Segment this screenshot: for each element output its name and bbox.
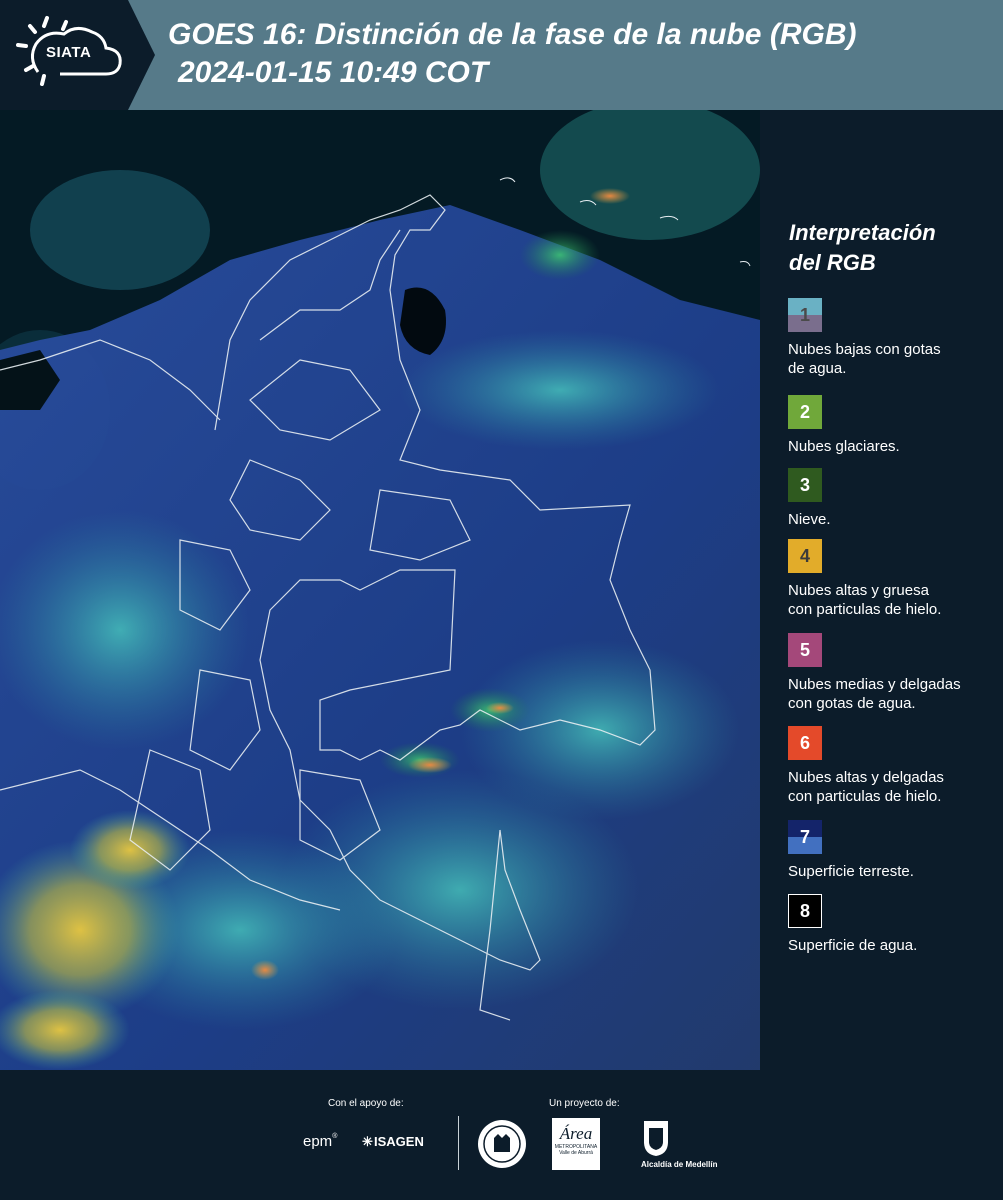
legend-label-line1: Superficie terreste. (788, 863, 914, 880)
legend-item-2: 2 Nubes glaciares. (788, 395, 998, 456)
legend-label: Superficie de agua. (788, 936, 998, 955)
area-logo-word: Área (559, 1124, 593, 1143)
legend-item-7: 7 Superficie terreste. (788, 820, 998, 881)
legend-label-line1: Superficie de agua. (788, 937, 918, 954)
legend-label-line2: con particulas de hielo. (788, 601, 942, 618)
legend-item-6: 6 Nubes altas y delgadas con particulas … (788, 726, 998, 806)
legend-number: 8 (799, 900, 810, 921)
legend-swatch: 3 (788, 468, 822, 502)
legend-label-line2: con particulas de hielo. (788, 788, 942, 805)
header-bar: SIATA GOES 16: Distinción de la fase de … (0, 0, 1003, 110)
legend-item-8: 8 Superficie de agua. (788, 894, 998, 955)
legend-label: Superficie terreste. (788, 862, 998, 881)
legend-swatch: 1 (788, 298, 822, 332)
legend-item-3: 3 Nieve. (788, 468, 998, 529)
university-seal-icon[interactable] (476, 1118, 528, 1170)
legend-label-line2: de agua. (788, 360, 847, 377)
legend-swatch: 8 (788, 894, 822, 928)
registered-mark-icon: ® (332, 1133, 338, 1140)
legend-swatch: 6 (788, 726, 822, 760)
area-metropolitana-logo[interactable]: Área METROPOLITANA Valle de Aburrá (552, 1118, 600, 1170)
area-logo-small2: Valle de Aburrá (559, 1150, 593, 1156)
legend-label-line1: Nubes altas y gruesa (788, 582, 929, 599)
legend-label: Nieve. (788, 510, 998, 529)
legend-number: 5 (799, 639, 810, 660)
legend-item-1: 1 Nubes bajas con gotas de agua. (788, 298, 998, 378)
title-product: GOES 16: Distinción de la fase de la nub… (168, 18, 857, 51)
medellin-crest-icon (644, 1121, 668, 1156)
legend-title-line1: Interpretación (789, 220, 936, 245)
siata-logo[interactable]: SIATA (0, 0, 155, 110)
legend-number: 4 (799, 545, 810, 566)
title-timestamp: 2024-01-15 10:49 COT (178, 56, 489, 89)
legend-number: 6 (799, 732, 810, 753)
legend-number: 3 (799, 474, 810, 495)
legend-number: 1 (799, 304, 810, 325)
legend-number: 2 (799, 401, 810, 422)
legend-label: Nubes glaciares. (788, 437, 998, 456)
isagen-logo-text: ISAGEN (374, 1134, 424, 1149)
legend-number: 7 (799, 826, 810, 847)
footer: Con el apoyo de: Un proyecto de: epm® ✳I… (0, 1070, 1003, 1200)
alcaldia-logo-text[interactable]: Alcaldía de Medellín (641, 1160, 717, 1169)
legend-swatch: 7 (788, 820, 822, 854)
legend-label-line1: Nieve. (788, 511, 831, 528)
legend-title: Interpretación del RGB (789, 218, 989, 278)
legend-panel: Interpretación del RGB 1 Nubes bajas con… (762, 110, 1003, 1070)
legend-label-line1: Nubes bajas con gotas (788, 341, 941, 358)
logo-text: SIATA (46, 44, 92, 61)
satellite-image (0, 110, 760, 1070)
project-caption: Un proyecto de: (549, 1098, 620, 1109)
legend-item-4: 4 Nubes altas y gruesa con particulas de… (788, 539, 998, 619)
legend-label-line1: Nubes altas y delgadas (788, 769, 944, 786)
legend-swatch: 2 (788, 395, 822, 429)
legend-title-line2: del RGB (789, 250, 876, 275)
isagen-mark-icon: ✳ (362, 1134, 373, 1149)
legend-label: Nubes altas y gruesa con particulas de h… (788, 581, 998, 619)
legend-label: Nubes medias y delgadas con gotas de agu… (788, 675, 998, 713)
legend-swatch: 4 (788, 539, 822, 573)
legend-label: Nubes bajas con gotas de agua. (788, 340, 998, 378)
legend-swatch: 5 (788, 633, 822, 667)
legend-label-line1: Nubes glaciares. (788, 438, 900, 455)
footer-divider (458, 1116, 459, 1170)
satellite-map[interactable] (0, 110, 760, 1070)
legend-label-line1: Nubes medias y delgadas (788, 676, 961, 693)
legend-label-line2: con gotas de agua. (788, 695, 916, 712)
isagen-logo[interactable]: ✳ISAGEN (362, 1134, 424, 1150)
epm-logo[interactable]: epm® (303, 1133, 337, 1150)
support-caption: Con el apoyo de: (328, 1098, 404, 1109)
epm-logo-text: epm (303, 1133, 333, 1150)
legend-item-5: 5 Nubes medias y delgadas con gotas de a… (788, 633, 998, 713)
legend-label: Nubes altas y delgadas con particulas de… (788, 768, 998, 806)
page-title: GOES 16: Distinción de la fase de la nub… (168, 16, 856, 92)
